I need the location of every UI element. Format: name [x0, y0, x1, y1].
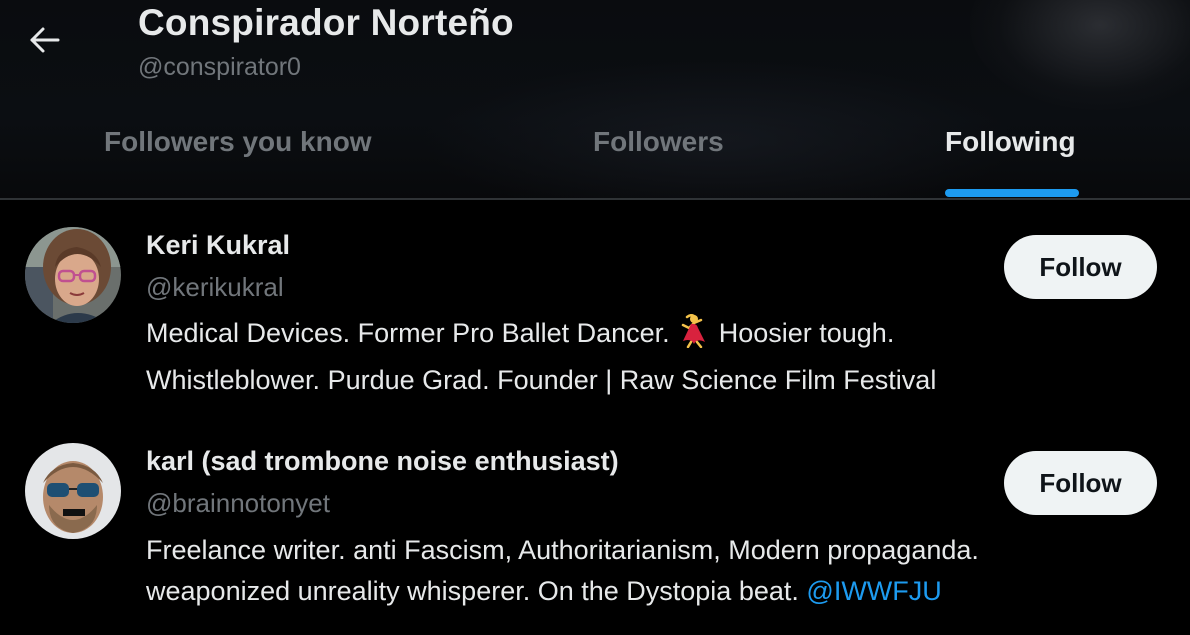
user-name[interactable]: Keri Kukral — [146, 230, 290, 261]
tab-following[interactable]: Following — [945, 126, 1076, 158]
header-glow — [970, 0, 1190, 110]
bio-line: weaponized unreality whisperer. On the D… — [146, 571, 1146, 612]
user-name[interactable]: karl (sad trombone noise enthusiast) — [146, 446, 619, 477]
user-bio: Medical Devices. Former Pro Ballet Dance… — [146, 313, 1146, 401]
user-bio: Freelance writer. anti Fascism, Authorit… — [146, 530, 1146, 612]
bio-line: Medical Devices. Former Pro Ballet Dance… — [146, 313, 1146, 360]
user-handle[interactable]: @kerikukral — [146, 272, 284, 303]
user-list-item[interactable]: karl (sad trombone noise enthusiast) @br… — [0, 416, 1190, 635]
follow-button[interactable]: Follow — [1004, 451, 1157, 515]
avatar[interactable] — [25, 227, 121, 323]
user-handle[interactable]: @brainnotonyet — [146, 488, 330, 519]
dancer-emoji-icon — [677, 313, 711, 360]
tab-followers-you-know[interactable]: Followers you know — [104, 126, 372, 158]
tab-followers[interactable]: Followers — [593, 126, 724, 158]
back-button[interactable] — [22, 19, 68, 61]
active-tab-indicator — [945, 189, 1079, 197]
mention-link[interactable]: @IWWFJU — [806, 576, 941, 606]
bio-text: weaponized unreality whisperer. On the D… — [146, 576, 799, 606]
profile-name: Conspirador Norteño — [138, 2, 514, 43]
avatar-image — [25, 443, 121, 539]
bio-line: Whistleblower. Purdue Grad. Founder | Ra… — [146, 365, 937, 395]
user-list-item[interactable]: Keri Kukral @kerikukral Medical Devices.… — [0, 200, 1190, 416]
arrow-left-icon — [30, 27, 60, 53]
avatar[interactable] — [25, 443, 121, 539]
follow-button[interactable]: Follow — [1004, 235, 1157, 299]
bio-text: Medical Devices. Former Pro Ballet Dance… — [146, 318, 670, 348]
bio-text: Hoosier tough. — [718, 318, 895, 348]
profile-handle: @conspirator0 — [138, 53, 301, 81]
profile-header: Conspirador Norteño @conspirator0 Follow… — [0, 0, 1190, 199]
bio-line: Freelance writer. anti Fascism, Authorit… — [146, 535, 979, 565]
avatar-image — [25, 227, 121, 323]
